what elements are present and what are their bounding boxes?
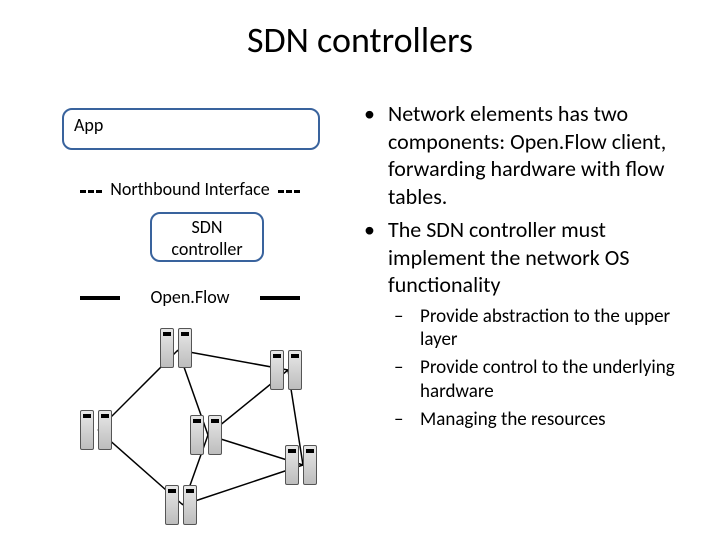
bullet-item: The SDN controller must implement the ne…: [384, 216, 700, 431]
app-box: App: [62, 108, 320, 150]
server-node-icon: [270, 350, 306, 390]
server-node-icon: [190, 415, 226, 455]
bullet-item: Network elements has two components: Ope…: [384, 100, 700, 210]
slide-title: SDN controllers: [0, 18, 720, 62]
divider-dash-right: [278, 190, 300, 195]
sub-bullet-item: Provide abstraction to the upper layer: [416, 305, 700, 353]
sdn-line1: SDN: [192, 216, 223, 238]
sdn-line2: controller: [171, 238, 242, 260]
server-node-icon: [160, 328, 196, 368]
sub-bullet-item: Provide control to the underlying hardwa…: [416, 356, 700, 404]
server-node-icon: [165, 485, 201, 525]
bullet-text: The SDN controller must implement the ne…: [388, 216, 629, 298]
server-node-icon: [285, 445, 321, 485]
network-topology: [70, 330, 350, 530]
server-node-icon: [80, 410, 116, 450]
divider-bar-right: [260, 296, 300, 300]
app-label: App: [74, 114, 103, 136]
sub-bullet-item: Managing the resources: [416, 408, 700, 432]
sdn-controller-box: SDN controller: [150, 212, 264, 262]
sub-bullet-list: Provide abstraction to the upper layer P…: [388, 305, 700, 432]
northbound-interface-label: Northbound Interface: [40, 178, 340, 200]
bullet-list: Network elements has two components: Ope…: [360, 100, 700, 431]
text-panel: Network elements has two components: Ope…: [360, 100, 700, 437]
